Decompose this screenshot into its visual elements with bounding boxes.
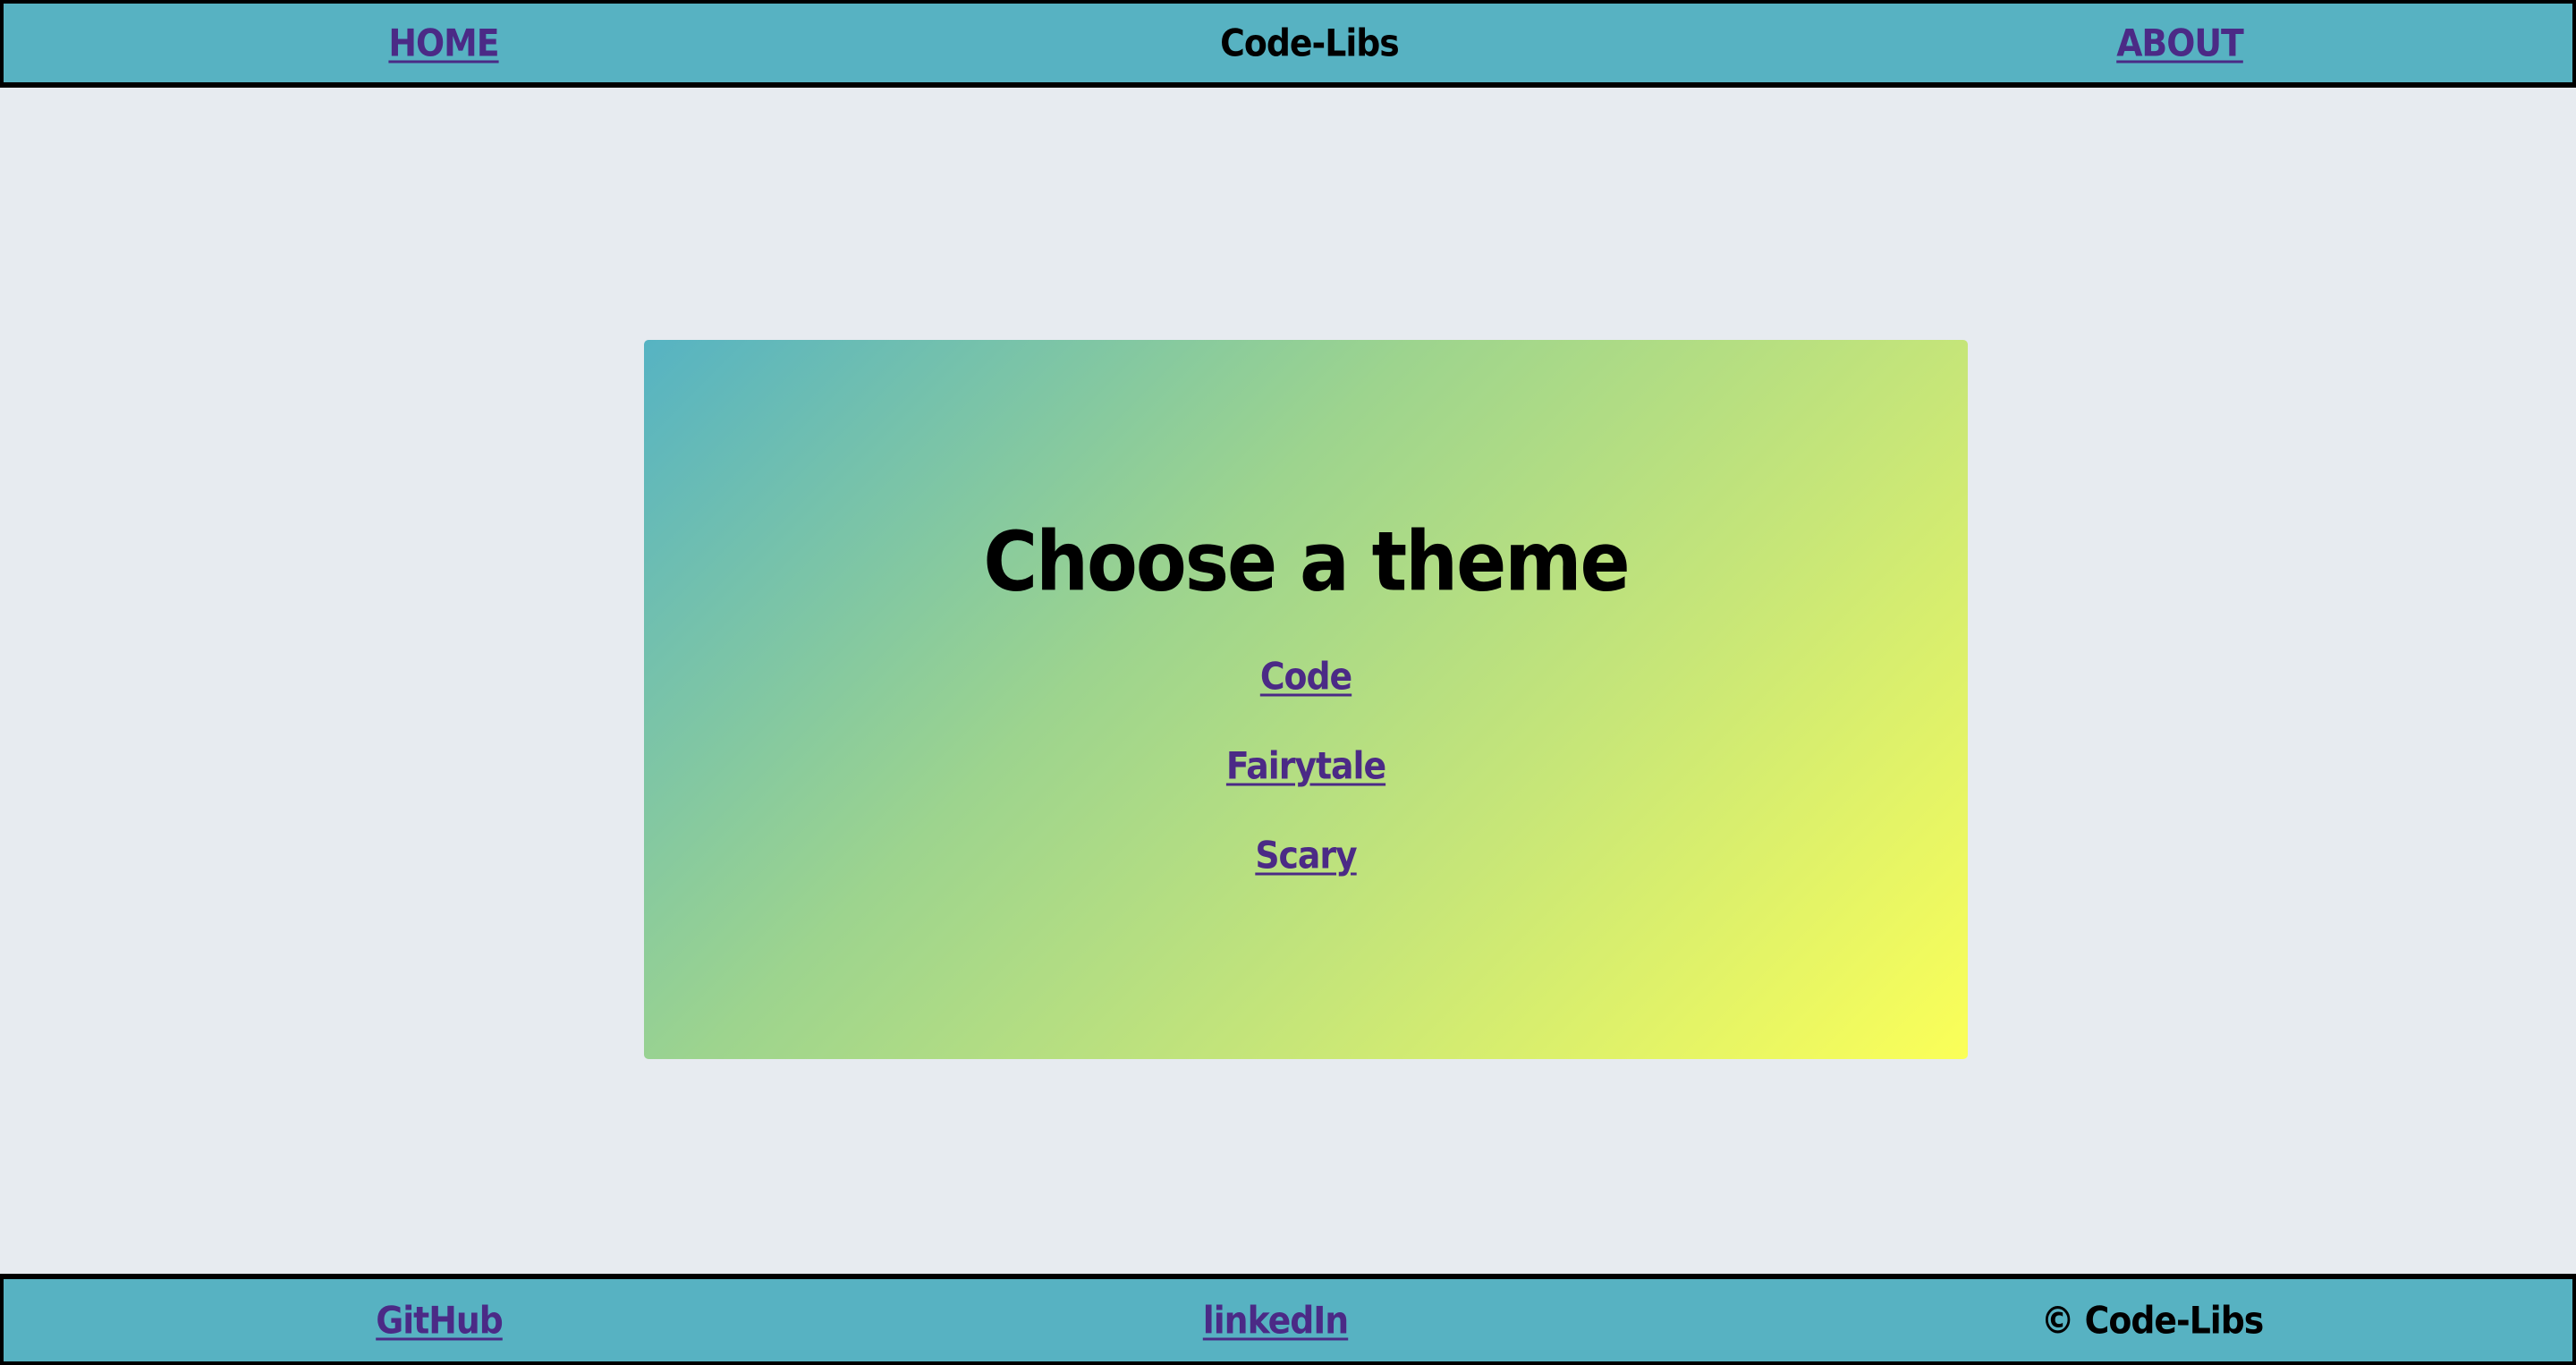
footer-bar: GitHub linkedIn © Code-Libs	[0, 1274, 2576, 1365]
linkedin-link[interactable]: linkedIn	[1203, 1299, 1349, 1343]
theme-link-fairytale[interactable]: Fairytale	[1226, 744, 1386, 788]
theme-card: Choose a theme Code Fairytale Scary	[644, 340, 1968, 1059]
theme-link-scary[interactable]: Scary	[1255, 834, 1357, 878]
site-brand-title: Code-Libs	[1220, 21, 1400, 65]
github-link[interactable]: GitHub	[376, 1299, 504, 1343]
home-link[interactable]: HOME	[388, 21, 499, 65]
about-link[interactable]: ABOUT	[2116, 21, 2244, 65]
copyright-text: © Code-Libs	[2040, 1298, 2265, 1343]
top-navbar: HOME Code-Libs ABOUT	[0, 0, 2576, 88]
page-title: Choose a theme	[983, 513, 1630, 610]
theme-link-code[interactable]: Code	[1260, 655, 1352, 699]
